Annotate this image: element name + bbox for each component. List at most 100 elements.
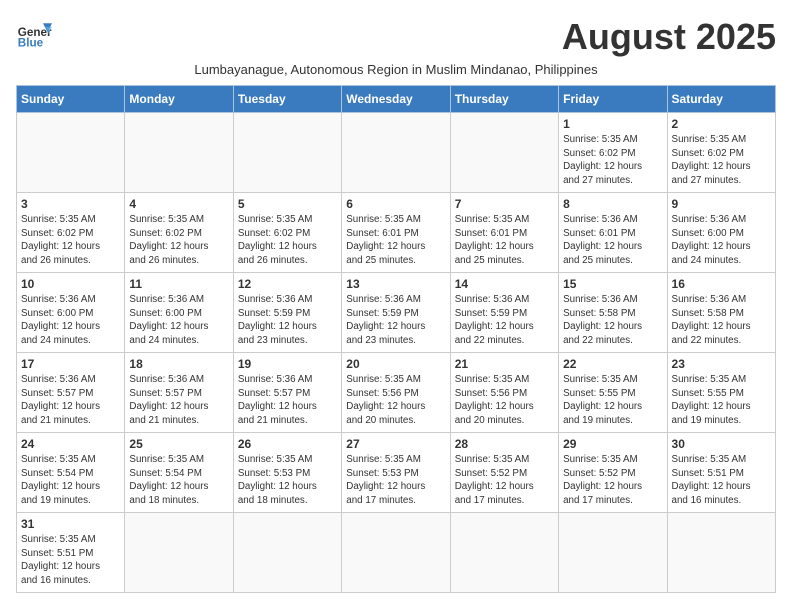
day-number: 14 <box>455 277 554 291</box>
day-info: Sunrise: 5:36 AM Sunset: 5:59 PM Dayligh… <box>455 293 554 348</box>
day-number: 9 <box>672 197 771 211</box>
calendar-week-row: 31Sunrise: 5:35 AM Sunset: 5:51 PM Dayli… <box>17 513 776 593</box>
calendar-week-row: 17Sunrise: 5:36 AM Sunset: 5:57 PM Dayli… <box>17 353 776 433</box>
calendar-week-row: 1 Sunrise: 5:35 AM Sunset: 6:02 PM Daylig… <box>17 113 776 193</box>
logo-icon: General Blue <box>16 16 52 52</box>
day-info: Sunrise: 5:35 AM Sunset: 5:52 PM Dayligh… <box>563 453 662 508</box>
day-info: Sunrise: 5:35 AM Sunset: 5:53 PM Dayligh… <box>346 453 445 508</box>
day-info: Sunrise: 5:35 AM Sunset: 5:51 PM Dayligh… <box>21 533 120 588</box>
calendar-cell: 29 Sunrise: 5:35 AM Sunset: 5:52 PM Dayli… <box>559 433 667 513</box>
calendar-cell: 11Sunrise: 5:36 AM Sunset: 6:00 PM Dayli… <box>125 273 233 353</box>
day-number: 21 <box>455 357 554 371</box>
calendar-cell: 1 Sunrise: 5:35 AM Sunset: 6:02 PM Daylig… <box>559 113 667 193</box>
calendar-cell <box>233 513 341 593</box>
day-number: 27 <box>346 437 445 451</box>
day-number: 25 <box>129 437 228 451</box>
day-info: Sunrise: 5:35 AM Sunset: 6:01 PM Dayligh… <box>346 213 445 268</box>
calendar-cell: 24 Sunrise: 5:35 AM Sunset: 5:54 PM Dayli… <box>17 433 125 513</box>
day-info: Sunrise: 5:36 AM Sunset: 5:57 PM Dayligh… <box>238 373 337 428</box>
calendar-cell: 10 Sunrise: 5:36 AM Sunset: 6:00 PM Dayli… <box>17 273 125 353</box>
day-info: Sunrise: 5:35 AM Sunset: 5:51 PM Dayligh… <box>672 453 771 508</box>
day-info: Sunrise: 5:35 AM Sunset: 6:02 PM Dayligh… <box>563 133 662 188</box>
day-info: Sunrise: 5:35 AM Sunset: 5:54 PM Dayligh… <box>21 453 120 508</box>
calendar-cell: 19 Sunrise: 5:36 AM Sunset: 5:57 PM Dayli… <box>233 353 341 433</box>
day-number: 1 <box>563 117 662 131</box>
calendar-week-row: 24 Sunrise: 5:35 AM Sunset: 5:54 PM Dayli… <box>17 433 776 513</box>
day-info: Sunrise: 5:35 AM Sunset: 5:55 PM Dayligh… <box>563 373 662 428</box>
day-number: 22 <box>563 357 662 371</box>
weekday-header: Monday <box>125 86 233 113</box>
calendar-subtitle: Lumbayanague, Autonomous Region in Musli… <box>16 62 776 77</box>
day-info: Sunrise: 5:36 AM Sunset: 6:00 PM Dayligh… <box>672 213 771 268</box>
svg-text:Blue: Blue <box>18 37 44 50</box>
calendar-cell: 18Sunrise: 5:36 AM Sunset: 5:57 PM Dayli… <box>125 353 233 433</box>
day-info: Sunrise: 5:36 AM Sunset: 5:58 PM Dayligh… <box>672 293 771 348</box>
calendar-cell <box>233 113 341 193</box>
calendar-cell: 23 Sunrise: 5:35 AM Sunset: 5:55 PM Dayli… <box>667 353 775 433</box>
day-number: 2 <box>672 117 771 131</box>
calendar-cell: 9 Sunrise: 5:36 AM Sunset: 6:00 PM Daylig… <box>667 193 775 273</box>
day-info: Sunrise: 5:35 AM Sunset: 6:02 PM Dayligh… <box>238 213 337 268</box>
calendar-cell: 3Sunrise: 5:35 AM Sunset: 6:02 PM Daylig… <box>17 193 125 273</box>
calendar-cell: 30Sunrise: 5:35 AM Sunset: 5:51 PM Dayli… <box>667 433 775 513</box>
day-info: Sunrise: 5:36 AM Sunset: 5:57 PM Dayligh… <box>21 373 120 428</box>
calendar-cell: 26 Sunrise: 5:35 AM Sunset: 5:53 PM Dayli… <box>233 433 341 513</box>
day-number: 7 <box>455 197 554 211</box>
page-header: General Blue August 2025 <box>16 16 776 58</box>
calendar-cell: 8Sunrise: 5:36 AM Sunset: 6:01 PM Daylig… <box>559 193 667 273</box>
calendar-cell <box>342 113 450 193</box>
calendar-week-row: 10 Sunrise: 5:36 AM Sunset: 6:00 PM Dayli… <box>17 273 776 353</box>
day-info: Sunrise: 5:35 AM Sunset: 5:56 PM Dayligh… <box>346 373 445 428</box>
day-number: 4 <box>129 197 228 211</box>
calendar-cell: 17Sunrise: 5:36 AM Sunset: 5:57 PM Dayli… <box>17 353 125 433</box>
day-number: 24 <box>21 437 120 451</box>
calendar-cell: 31Sunrise: 5:35 AM Sunset: 5:51 PM Dayli… <box>17 513 125 593</box>
calendar-cell: 14 Sunrise: 5:36 AM Sunset: 5:59 PM Dayli… <box>450 273 558 353</box>
day-info: Sunrise: 5:35 AM Sunset: 5:55 PM Dayligh… <box>672 373 771 428</box>
day-info: Sunrise: 5:36 AM Sunset: 6:00 PM Dayligh… <box>129 293 228 348</box>
calendar-week-row: 3Sunrise: 5:35 AM Sunset: 6:02 PM Daylig… <box>17 193 776 273</box>
day-number: 19 <box>238 357 337 371</box>
day-info: Sunrise: 5:35 AM Sunset: 6:02 PM Dayligh… <box>129 213 228 268</box>
weekday-header: Saturday <box>667 86 775 113</box>
calendar-cell: 25 Sunrise: 5:35 AM Sunset: 5:54 PM Dayli… <box>125 433 233 513</box>
calendar-cell <box>667 513 775 593</box>
calendar-cell: 16 Sunrise: 5:36 AM Sunset: 5:58 PM Dayli… <box>667 273 775 353</box>
calendar-table: SundayMondayTuesdayWednesdayThursdayFrid… <box>16 85 776 593</box>
calendar-cell <box>450 513 558 593</box>
day-number: 26 <box>238 437 337 451</box>
calendar-cell: 20 Sunrise: 5:35 AM Sunset: 5:56 PM Dayli… <box>342 353 450 433</box>
day-number: 16 <box>672 277 771 291</box>
calendar-cell <box>559 513 667 593</box>
calendar-cell: 28Sunrise: 5:35 AM Sunset: 5:52 PM Dayli… <box>450 433 558 513</box>
day-number: 6 <box>346 197 445 211</box>
weekday-header-row: SundayMondayTuesdayWednesdayThursdayFrid… <box>17 86 776 113</box>
calendar-cell: 12Sunrise: 5:36 AM Sunset: 5:59 PM Dayli… <box>233 273 341 353</box>
day-number: 12 <box>238 277 337 291</box>
day-number: 20 <box>346 357 445 371</box>
day-number: 29 <box>563 437 662 451</box>
weekday-header: Sunday <box>17 86 125 113</box>
day-info: Sunrise: 5:36 AM Sunset: 5:58 PM Dayligh… <box>563 293 662 348</box>
calendar-cell: 22 Sunrise: 5:35 AM Sunset: 5:55 PM Dayli… <box>559 353 667 433</box>
day-info: Sunrise: 5:35 AM Sunset: 6:02 PM Dayligh… <box>672 133 771 188</box>
day-info: Sunrise: 5:35 AM Sunset: 5:53 PM Dayligh… <box>238 453 337 508</box>
calendar-cell: 27 Sunrise: 5:35 AM Sunset: 5:53 PM Dayli… <box>342 433 450 513</box>
weekday-header: Tuesday <box>233 86 341 113</box>
day-info: Sunrise: 5:36 AM Sunset: 5:57 PM Dayligh… <box>129 373 228 428</box>
day-info: Sunrise: 5:35 AM Sunset: 5:52 PM Dayligh… <box>455 453 554 508</box>
day-info: Sunrise: 5:35 AM Sunset: 5:54 PM Dayligh… <box>129 453 228 508</box>
weekday-header: Friday <box>559 86 667 113</box>
calendar-cell: 7Sunrise: 5:35 AM Sunset: 6:01 PM Daylig… <box>450 193 558 273</box>
calendar-cell <box>125 113 233 193</box>
day-number: 23 <box>672 357 771 371</box>
day-number: 10 <box>21 277 120 291</box>
month-title: August 2025 <box>562 16 776 58</box>
calendar-cell: 6 Sunrise: 5:35 AM Sunset: 6:01 PM Daylig… <box>342 193 450 273</box>
calendar-cell: 13Sunrise: 5:36 AM Sunset: 5:59 PM Dayli… <box>342 273 450 353</box>
calendar-cell: 5 Sunrise: 5:35 AM Sunset: 6:02 PM Daylig… <box>233 193 341 273</box>
day-info: Sunrise: 5:36 AM Sunset: 6:00 PM Dayligh… <box>21 293 120 348</box>
day-info: Sunrise: 5:35 AM Sunset: 5:56 PM Dayligh… <box>455 373 554 428</box>
day-info: Sunrise: 5:36 AM Sunset: 6:01 PM Dayligh… <box>563 213 662 268</box>
day-number: 5 <box>238 197 337 211</box>
